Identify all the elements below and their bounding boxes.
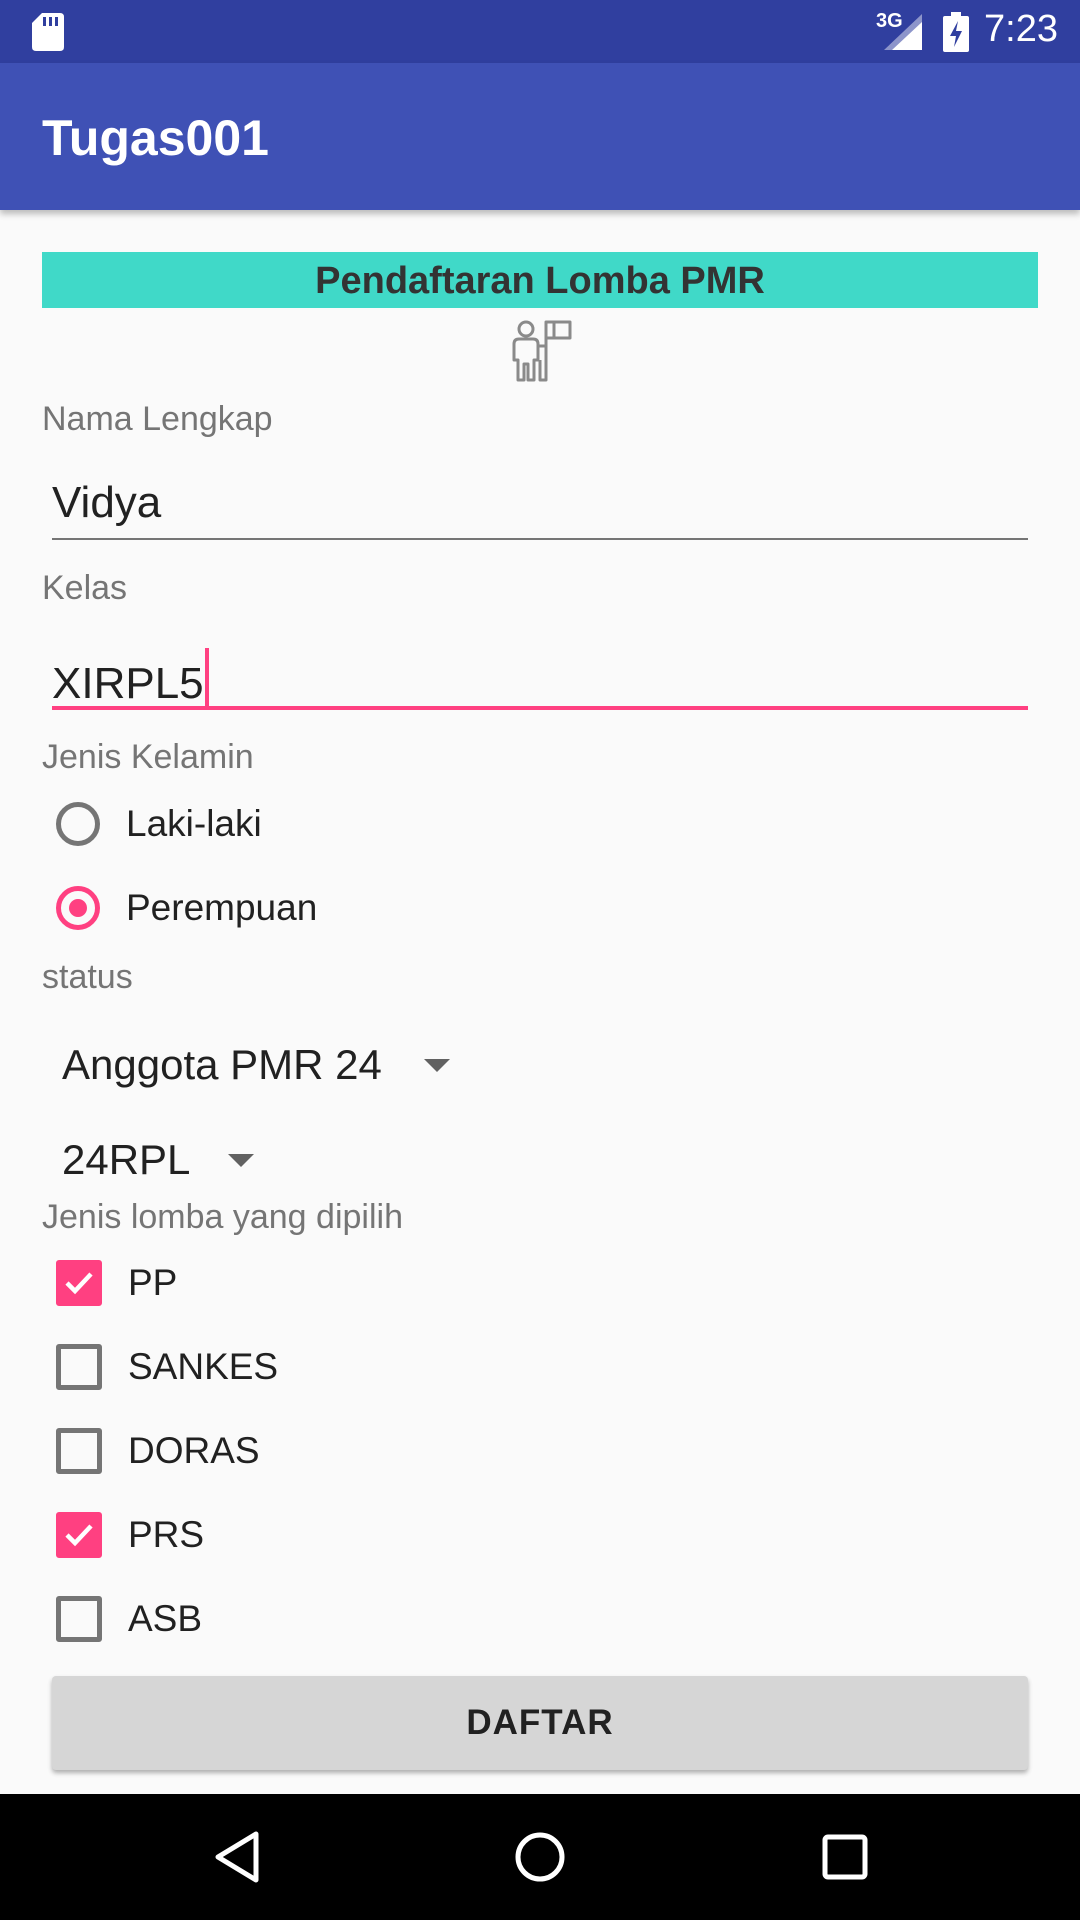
checkbox-checked[interactable] xyxy=(56,1260,102,1306)
name-label: Nama Lengkap xyxy=(42,400,273,438)
lomba-label: Jenis lomba yang dipilih xyxy=(42,1198,403,1236)
class-field-content: XIRPL5 xyxy=(52,648,209,709)
status-spinner-value: Anggota PMR 24 xyxy=(62,1041,382,1088)
battery-charging-icon xyxy=(943,12,969,52)
checkbox-row-doras[interactable]: DORAS xyxy=(56,1421,260,1481)
screen: 3G 7:23 Tugas001 Pendaftaran Lomba PMR N… xyxy=(0,0,1080,1920)
signal-icon xyxy=(884,14,922,50)
app-bar: Tugas001 xyxy=(0,63,1080,210)
radio-laki-laki[interactable]: Laki-laki xyxy=(56,794,262,854)
person-with-flag-icon xyxy=(512,320,572,382)
home-icon[interactable] xyxy=(512,1828,568,1886)
name-field[interactable]: Vidya xyxy=(52,470,1028,540)
radio-laki-laki-label: Laki-laki xyxy=(126,803,262,844)
checkbox-asb-label: ASB xyxy=(128,1598,203,1639)
checkbox-row-asb[interactable]: ASB xyxy=(56,1589,202,1649)
gender-label: Jenis Kelamin xyxy=(42,738,254,776)
checkbox-sankes-label: SANKES xyxy=(128,1346,279,1387)
class-label: Kelas xyxy=(42,569,128,607)
name-field-underline xyxy=(52,538,1028,540)
status-spinner[interactable]: Anggota PMR 24 xyxy=(62,1035,450,1095)
name-field-value: Vidya xyxy=(52,478,162,527)
checkmark-icon xyxy=(65,1272,93,1295)
daftar-button[interactable]: DAFTAR xyxy=(52,1676,1028,1770)
radio-perempuan[interactable]: Perempuan xyxy=(56,878,317,938)
checkbox-row-sankes[interactable]: SANKES xyxy=(56,1337,278,1397)
checkbox-row-prs[interactable]: PRS xyxy=(56,1505,204,1565)
checkbox-row-pp[interactable]: PP xyxy=(56,1253,177,1313)
sd-card-icon xyxy=(32,13,64,51)
radio-button-unchecked[interactable] xyxy=(56,802,100,846)
radio-perempuan-label: Perempuan xyxy=(126,887,318,928)
form-title-banner: Pendaftaran Lomba PMR xyxy=(42,252,1038,308)
group-spinner-value: 24RPL xyxy=(62,1136,191,1183)
class-field-value: XIRPL5 xyxy=(52,659,204,708)
class-field-underline xyxy=(52,706,1028,710)
group-spinner[interactable]: 24RPL xyxy=(62,1130,255,1190)
status-label: status xyxy=(42,958,133,996)
checkbox-unchecked[interactable] xyxy=(56,1428,102,1474)
dropdown-arrow-icon xyxy=(228,1153,255,1167)
checkmark-icon xyxy=(65,1524,93,1547)
checkbox-doras-label: DORAS xyxy=(128,1430,260,1471)
back-icon[interactable] xyxy=(210,1828,264,1886)
navigation-bar xyxy=(0,1794,1080,1920)
class-field[interactable]: XIRPL5 xyxy=(52,640,1028,710)
radio-button-checked[interactable] xyxy=(56,886,100,930)
checkbox-unchecked[interactable] xyxy=(56,1344,102,1390)
checkbox-checked[interactable] xyxy=(56,1512,102,1558)
checkbox-unchecked[interactable] xyxy=(56,1596,102,1642)
checkbox-prs-label: PRS xyxy=(128,1514,205,1555)
recents-icon[interactable] xyxy=(820,1828,870,1886)
checkbox-pp-label: PP xyxy=(128,1262,178,1303)
text-cursor xyxy=(204,648,209,708)
status-bar: 3G 7:23 xyxy=(0,0,1080,63)
dropdown-arrow-icon xyxy=(423,1058,450,1072)
clock: 7:23 xyxy=(984,8,1058,50)
app-title: Tugas001 xyxy=(42,110,269,166)
